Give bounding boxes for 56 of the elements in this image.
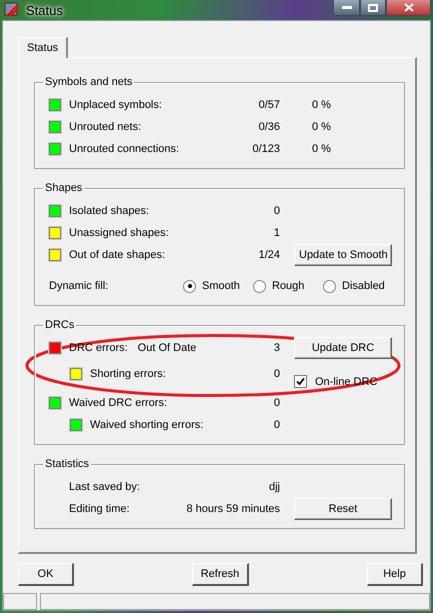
row-value: 0 — [274, 205, 280, 217]
row-value: 0 — [274, 419, 280, 431]
row-value: 0/123 — [252, 143, 280, 155]
row-note: Out Of Date — [138, 342, 196, 354]
group-title: Symbols and nets — [44, 76, 134, 88]
close-button[interactable] — [386, 0, 431, 16]
app-icon — [4, 2, 20, 18]
row-label: DRC errors: — [69, 342, 128, 354]
radio-button[interactable] — [323, 280, 336, 292]
dialog-button[interactable]: Refresh — [192, 563, 250, 586]
row-value: 1/24 — [258, 249, 280, 261]
maximize-icon — [368, 4, 378, 12]
minimize-button[interactable] — [333, 0, 360, 16]
row-value: 0/36 — [258, 121, 280, 133]
update-button[interactable]: Update DRC — [294, 337, 392, 359]
row-label: Isolated shapes: — [69, 205, 150, 217]
window-title: Status — [26, 2, 63, 18]
update-button[interactable]: Reset — [294, 498, 392, 520]
dialog-button[interactable]: Help — [367, 563, 423, 586]
group-title: Statistics — [44, 458, 90, 470]
row-label: Out of date shapes: — [69, 249, 166, 261]
row-label: Unrouted nets: — [69, 121, 142, 133]
radio-button[interactable] — [183, 280, 196, 292]
row-label: Last saved by: — [69, 481, 140, 493]
status-pane — [3, 593, 37, 610]
radio-label: Rough — [272, 280, 304, 292]
row-label: Editing time: — [69, 503, 130, 515]
row-value: 0 — [274, 368, 280, 380]
radio-label: Smooth — [202, 280, 240, 292]
update-button[interactable]: Update to Smooth — [294, 244, 392, 266]
group-title: DRCs — [44, 319, 76, 331]
row-percent: 0 % — [311, 99, 332, 111]
row-value: djj — [268, 481, 280, 493]
fill-label: Dynamic fill: — [49, 280, 110, 292]
checkbox[interactable] — [294, 375, 307, 388]
maximize-button[interactable] — [360, 0, 386, 16]
row-value: 1 — [274, 227, 280, 239]
radio-label: Disabled — [342, 280, 385, 292]
radio-button[interactable] — [253, 280, 266, 292]
minimize-icon — [342, 6, 352, 9]
close-icon — [404, 3, 414, 12]
row-value: 0 — [274, 397, 280, 409]
row-label: Unrouted connections: — [69, 143, 180, 155]
row-percent: 0 % — [311, 143, 332, 155]
row-label: Shorting errors: — [90, 368, 166, 380]
tab[interactable]: Status — [18, 37, 68, 58]
row-label: Unplaced symbols: — [69, 99, 162, 111]
row-value: 3 — [274, 342, 280, 354]
row-label: Waived shorting errors: — [90, 419, 204, 431]
row-percent: 0 % — [311, 121, 332, 133]
group-title: Shapes — [44, 182, 84, 194]
row-label: Waived DRC errors: — [69, 397, 167, 409]
row-value: 8 hours 59 minutes — [186, 503, 280, 515]
dialog-button[interactable]: OK — [18, 563, 74, 586]
row-value: 0/57 — [258, 99, 280, 111]
row-label: Unassigned shapes: — [69, 227, 169, 239]
